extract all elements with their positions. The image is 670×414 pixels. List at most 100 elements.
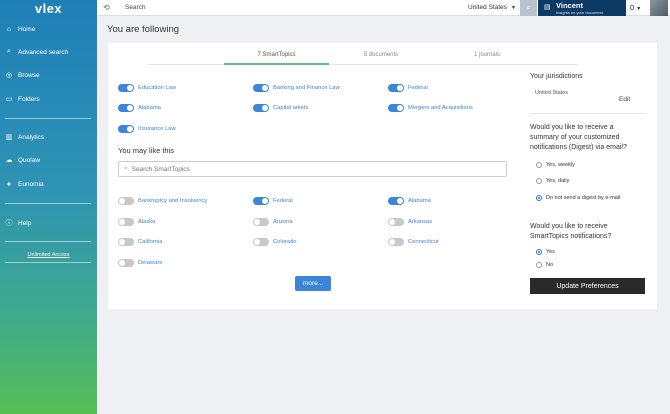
cloud-icon: ☁ <box>5 157 13 164</box>
toggle-switch[interactable] <box>388 218 404 226</box>
tab-journals[interactable]: 1 journals <box>444 52 530 58</box>
digest-option-none[interactable]: Do not send a digest by e-mail <box>536 195 620 201</box>
toggle-switch[interactable] <box>253 197 269 205</box>
tab-documents[interactable]: 5 documents <box>338 52 424 58</box>
toggle-switch[interactable] <box>118 238 134 246</box>
toggle-switch[interactable] <box>388 197 404 205</box>
toggle-switch[interactable] <box>118 218 134 226</box>
topic-toggle-education-law[interactable]: Education Law <box>118 84 176 92</box>
topic-toggle-banking-finance-law[interactable]: Banking and Finance Law <box>253 84 340 92</box>
sidebar-divider <box>5 262 91 263</box>
topic-label: California <box>138 239 163 245</box>
suggest-toggle-connecticut[interactable]: Connecticut <box>388 238 439 246</box>
update-preferences-button[interactable]: Update Preferences <box>530 278 645 294</box>
chevron-down-icon: ▼ <box>511 5 516 11</box>
vlex-logo[interactable]: vlex <box>0 0 97 16</box>
jurisdiction-country: United States <box>535 90 569 96</box>
suggest-toggle-california[interactable]: California <box>118 238 163 246</box>
suggest-toggle-arizona[interactable]: Arizona <box>253 218 293 226</box>
toggle-switch[interactable] <box>388 104 404 112</box>
user-subtitle: Insights on your document <box>556 10 603 15</box>
toggle-switch[interactable] <box>388 238 404 246</box>
sidebar-item-folders[interactable]: ▭ Folders <box>5 95 40 104</box>
toggle-switch[interactable] <box>253 218 269 226</box>
browse-icon: ◎ <box>5 72 13 79</box>
topic-toggle-mergers-acquisitions[interactable]: Mergers and Acquisitions <box>388 104 473 112</box>
sidebar-divider <box>5 118 91 119</box>
user-name: Vincent <box>556 1 583 10</box>
radio-button[interactable] <box>536 162 542 168</box>
radio-button[interactable] <box>536 249 542 255</box>
digest-option-weekly[interactable]: Yes, weekly <box>536 162 575 168</box>
chevron-down-icon: ▼ <box>636 6 642 12</box>
sidebar-item-label: Advanced search <box>18 48 69 56</box>
sidebar-item-label: Quolaw <box>18 156 41 164</box>
analytics-icon: ▥ <box>5 134 13 141</box>
radio-label: No <box>546 262 554 268</box>
suggest-toggle-colorado[interactable]: Colorado <box>253 238 297 246</box>
sidebar-item-advanced-search[interactable]: ⌕ Advanced search <box>5 48 68 56</box>
toggle-switch[interactable] <box>118 197 134 205</box>
tab-divider <box>148 64 578 65</box>
radio-button[interactable] <box>536 178 542 184</box>
smarttopics-search[interactable]: ⌕ <box>118 161 507 177</box>
notification-counter[interactable]: 0 ▼ <box>630 3 641 12</box>
user-menu[interactable]: ▤ Vincent Insights on your document <box>538 0 626 16</box>
unlimited-access-link[interactable]: Unlimited Access <box>0 252 97 258</box>
avatar[interactable] <box>650 0 668 16</box>
jurisdictions-heading: Your jurisdictions <box>530 73 583 80</box>
suggest-toggle-federal[interactable]: Federal <box>253 197 293 205</box>
sidebar-item-analytics[interactable]: ▥ Analytics <box>5 133 44 142</box>
smarttopics-search-input[interactable] <box>131 165 492 173</box>
smarttopics-option-no[interactable]: No <box>536 262 553 268</box>
radio-button[interactable] <box>536 262 542 268</box>
search-button[interactable]: ⌕ <box>520 0 537 16</box>
topic-toggle-federal[interactable]: Federal <box>388 84 428 92</box>
sidebar-item-home[interactable]: ⌂ Home <box>5 25 35 33</box>
history-icon[interactable]: ⟲ <box>103 3 110 12</box>
toggle-switch[interactable] <box>118 104 134 112</box>
toggle-switch[interactable] <box>253 104 269 112</box>
suggest-toggle-arkansas[interactable]: Arkansas <box>388 218 432 226</box>
toggle-switch[interactable] <box>118 125 134 133</box>
topic-label: Bankruptcy and Insolvency <box>138 198 208 204</box>
suggest-toggle-delaware[interactable]: Delaware <box>118 259 163 267</box>
sidebar-item-label: Home <box>18 25 36 33</box>
radio-label: Yes <box>546 249 555 255</box>
sidebar-item-eunomia[interactable]: ● Eunomia <box>5 180 44 188</box>
topic-label: Federal <box>408 85 428 91</box>
toggle-switch[interactable] <box>388 84 404 92</box>
counter-value: 0 <box>630 3 635 12</box>
topic-label: Arizona <box>273 219 293 225</box>
toggle-switch[interactable] <box>253 84 269 92</box>
digest-option-daily[interactable]: Yes, daily <box>536 178 569 184</box>
suggest-toggle-alaska[interactable]: Alaska <box>118 218 155 226</box>
digest-question-line-2: summary of your customized <box>530 134 620 141</box>
smarttopics-option-yes[interactable]: Yes <box>536 249 555 255</box>
sidebar-item-quolaw[interactable]: ☁ Quolaw <box>5 156 41 165</box>
sidebar-item-help[interactable]: ⓘ Help <box>5 219 32 228</box>
radio-button[interactable] <box>536 195 542 201</box>
edit-jurisdictions-link[interactable]: Edit <box>619 96 630 103</box>
more-button[interactable]: more... <box>295 276 331 291</box>
topic-toggle-alabama[interactable]: Alabama <box>118 104 161 112</box>
suggest-toggle-bankruptcy[interactable]: Bankruptcy and Insolvency <box>118 197 207 205</box>
radio-label: Do not send a digest by e-mail <box>546 195 621 201</box>
topic-label: Banking and Finance Law <box>273 85 340 91</box>
tab-smarttopics[interactable]: 7 SmartTopics <box>224 52 329 58</box>
country-selector[interactable]: United States ▼ <box>468 4 516 11</box>
smarttopics-question-line-1: Would you like to receive <box>530 223 608 230</box>
radio-label: Yes, weekly <box>546 162 575 168</box>
toggle-switch[interactable] <box>118 259 134 267</box>
sidebar-item-label: Folders <box>18 95 40 103</box>
country-label: United States <box>468 4 508 11</box>
home-icon: ⌂ <box>6 25 12 33</box>
toggle-switch[interactable] <box>253 238 269 246</box>
toggle-switch[interactable] <box>118 84 134 92</box>
search-input[interactable]: Search <box>125 4 146 11</box>
topic-toggle-insurance-law[interactable]: Insurance Law <box>118 125 176 133</box>
topic-toggle-capital-markets[interactable]: Capital arkets <box>253 104 308 112</box>
jurisdiction-divider <box>530 113 647 114</box>
sidebar-item-browse[interactable]: ◎ Browse <box>5 71 40 80</box>
suggest-toggle-alabama[interactable]: Alabama <box>388 197 431 205</box>
